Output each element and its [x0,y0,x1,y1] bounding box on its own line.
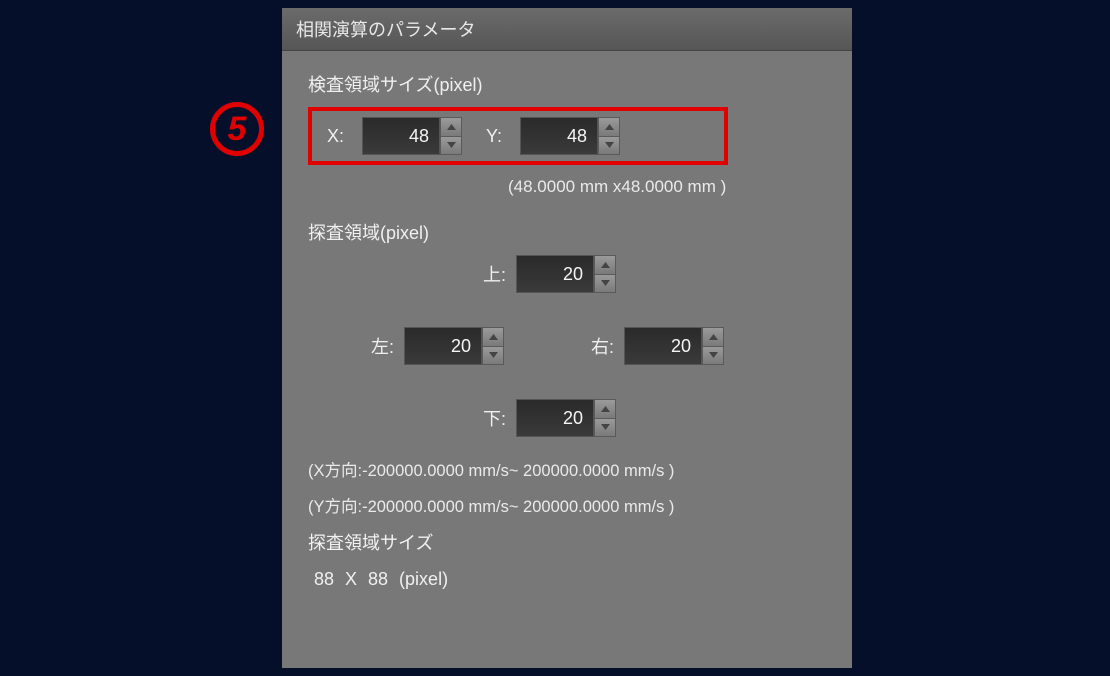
search-right-row: 右: [586,327,724,365]
search-area-grid: 上: 左: [308,255,826,455]
search-bottom-row: 下: [478,399,616,437]
search-top-spinner [516,255,616,293]
search-right-down-button[interactable] [702,346,724,366]
panel-body: 検査領域サイズ(pixel) X: Y: (48.0000 mm x48.000… [282,51,852,608]
chevron-up-icon [709,334,718,340]
inspect-y-up-button[interactable] [598,117,620,136]
search-left-row: 左: [366,327,504,365]
y-direction-range: (Y方向:-200000.0000 mm/s~ 200000.0000 mm/s… [308,493,826,517]
x-direction-range: (X方向:-200000.0000 mm/s~ 200000.0000 mm/s… [308,457,826,481]
chevron-down-icon [601,424,610,430]
search-bottom-up-button[interactable] [594,399,616,418]
search-left-input[interactable] [404,327,482,365]
inspect-x-up-button[interactable] [440,117,462,136]
inspect-y-label: Y: [480,126,502,147]
search-bottom-down-button[interactable] [594,418,616,438]
inspection-size-row: X: Y: [308,107,728,165]
inspection-size-title: 検査領域サイズ(pixel) [308,71,826,97]
inspect-x-down-button[interactable] [440,136,462,156]
search-top-down-button[interactable] [594,274,616,294]
correlation-params-panel: 相関演算のパラメータ 検査領域サイズ(pixel) X: Y: [282,8,852,668]
panel-title: 相関演算のパラメータ [282,8,852,51]
inspect-x-spinner [362,117,462,155]
search-top-row: 上: [478,255,616,293]
search-right-label: 右: [586,333,614,359]
inspect-y-spinner [520,117,620,155]
chevron-up-icon [605,124,614,130]
search-top-label: 上: [478,261,506,287]
chevron-down-icon [709,352,718,358]
chevron-down-icon [489,352,498,358]
inspect-x-spinner-buttons [440,117,462,155]
chevron-up-icon [489,334,498,340]
inspect-y-spinner-buttons [598,117,620,155]
search-left-label: 左: [366,333,394,359]
search-right-up-button[interactable] [702,327,724,346]
search-area-title: 探査領域(pixel) [308,219,826,245]
search-top-up-button[interactable] [594,255,616,274]
search-left-spinner [404,327,504,365]
chevron-down-icon [447,142,456,148]
search-size-value: 88 X 88 (pixel) [308,569,826,590]
inspect-x-label: X: [322,126,344,147]
search-bottom-spinner [516,399,616,437]
search-size-title: 探査領域サイズ [308,529,826,555]
search-left-down-button[interactable] [482,346,504,366]
inspect-x-input[interactable] [362,117,440,155]
search-right-spinner [624,327,724,365]
search-bottom-label: 下: [478,405,506,431]
search-right-spinner-buttons [702,327,724,365]
search-top-input[interactable] [516,255,594,293]
step-5-badge: 5 [210,102,264,156]
chevron-up-icon [601,262,610,268]
chevron-up-icon [447,124,456,130]
inspect-y-down-button[interactable] [598,136,620,156]
search-bottom-input[interactable] [516,399,594,437]
inspect-y-input[interactable] [520,117,598,155]
search-bottom-spinner-buttons [594,399,616,437]
search-left-up-button[interactable] [482,327,504,346]
step-5-label: 5 [228,112,247,146]
search-right-input[interactable] [624,327,702,365]
search-left-spinner-buttons [482,327,504,365]
chevron-down-icon [601,280,610,286]
search-top-spinner-buttons [594,255,616,293]
chevron-down-icon [605,142,614,148]
chevron-up-icon [601,406,610,412]
inspection-mm-info: (48.0000 mm x48.0000 mm ) [308,177,826,197]
